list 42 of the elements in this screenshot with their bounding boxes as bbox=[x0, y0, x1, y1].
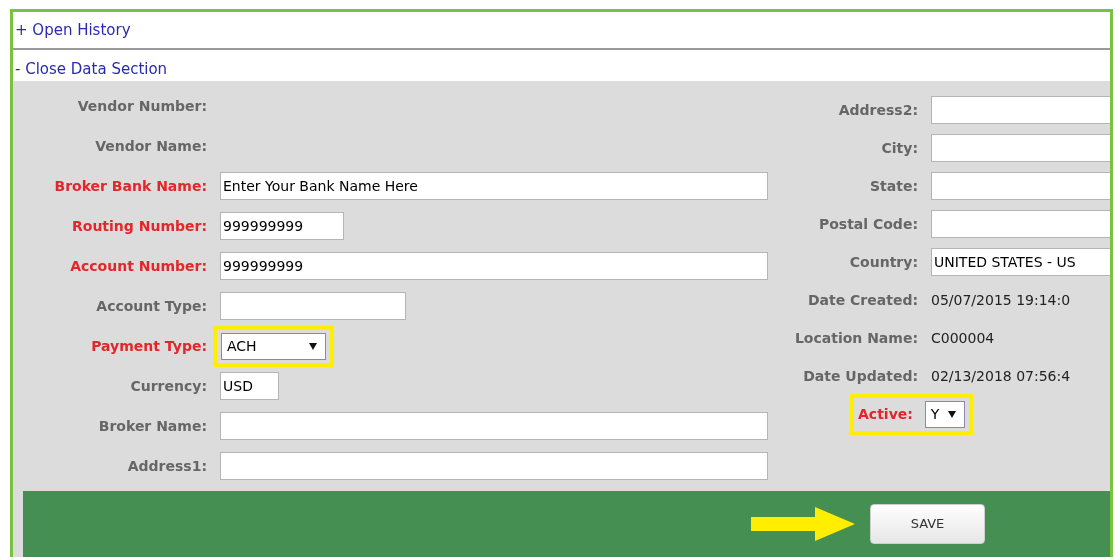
save-button[interactable]: SAVE bbox=[870, 504, 985, 544]
section-toggle-link[interactable]: - Close Data Section bbox=[15, 57, 168, 80]
field-label: Country: bbox=[848, 252, 918, 272]
field-label: Account Type: bbox=[95, 296, 207, 316]
section-toggle-link[interactable]: + Open History bbox=[15, 18, 131, 42]
field-label: Active: bbox=[858, 404, 913, 424]
input-field[interactable]: USD bbox=[220, 372, 279, 400]
field-value: 02/13/2018 07:56:4 bbox=[931, 366, 1071, 386]
field-label: Location Name: bbox=[793, 328, 918, 348]
field-label: Routing Number: bbox=[71, 216, 207, 236]
caret-icon bbox=[309, 342, 317, 350]
input-field[interactable] bbox=[220, 412, 768, 440]
input-field[interactable]: 999999999 bbox=[220, 212, 344, 240]
field-value: C000004 bbox=[931, 328, 995, 348]
input-field[interactable] bbox=[931, 96, 1110, 124]
field-label: Date Created: bbox=[806, 290, 918, 310]
arrow-icon bbox=[751, 507, 855, 541]
field-label: City: bbox=[880, 138, 918, 158]
input-field[interactable] bbox=[931, 210, 1110, 238]
field-label: Vendor Name: bbox=[94, 136, 207, 156]
input-field[interactable] bbox=[931, 172, 1110, 200]
field-label: Payment Type: bbox=[90, 336, 207, 356]
input-field[interactable] bbox=[220, 292, 406, 320]
field-label: Address2: bbox=[837, 100, 918, 120]
field-value: 05/07/2015 19:14:0 bbox=[931, 290, 1071, 310]
field-label: Account Number: bbox=[69, 256, 207, 276]
field-label: Postal Code: bbox=[817, 214, 918, 234]
field-label: State: bbox=[869, 176, 918, 196]
dropdown[interactable]: ACH bbox=[221, 332, 326, 360]
field-label: Vendor Number: bbox=[76, 96, 207, 116]
input-field[interactable]: Enter Your Bank Name Here bbox=[220, 172, 768, 200]
field-label: Currency: bbox=[129, 376, 207, 396]
field-label: Broker Name: bbox=[97, 416, 207, 436]
dropdown[interactable]: Y bbox=[924, 400, 965, 428]
input-field[interactable] bbox=[931, 134, 1110, 162]
field-label: Broker Bank Name: bbox=[53, 176, 207, 196]
input-field[interactable]: 999999999 bbox=[220, 252, 768, 280]
caret-icon bbox=[947, 410, 956, 418]
input-field[interactable] bbox=[220, 452, 768, 480]
field-label: Date Updated: bbox=[802, 366, 918, 386]
input-field[interactable]: UNITED STATES - US bbox=[931, 248, 1110, 276]
field-label: Address1: bbox=[126, 456, 207, 476]
